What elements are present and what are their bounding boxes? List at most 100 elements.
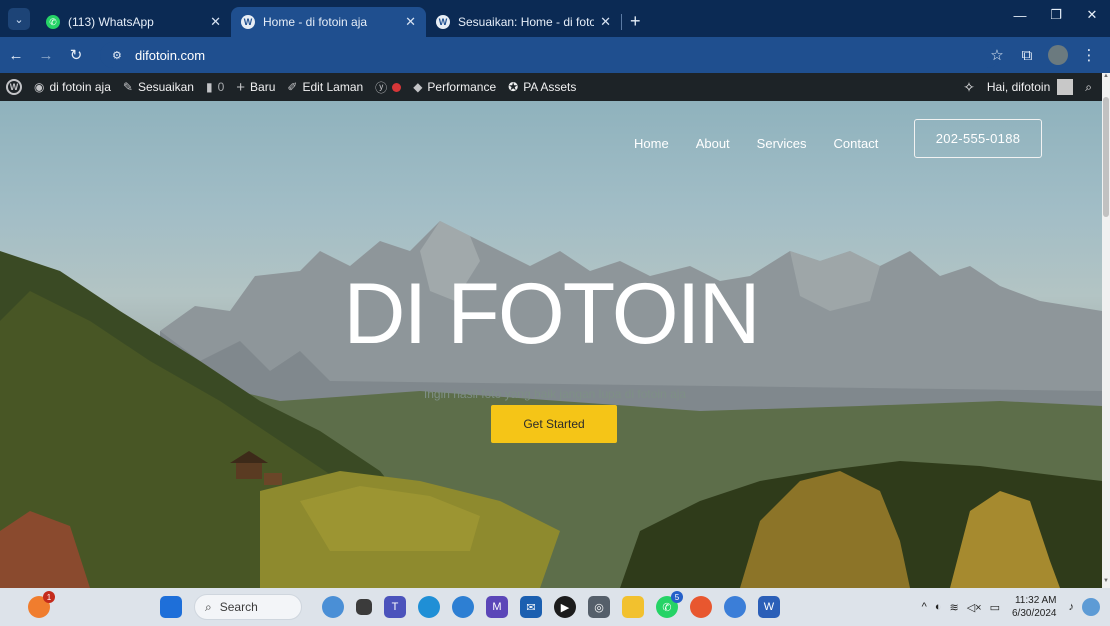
wp-logo-menu[interactable]: W [0,73,28,101]
pa-assets-link[interactable]: ✪ PA Assets [502,73,582,101]
wordpress-icon: W [241,15,255,29]
window-controls: — ❐ ✕ [1002,0,1110,30]
adminbar-search-icon[interactable]: ⌕ [1079,73,1098,101]
performance-label: Performance [427,80,497,94]
tab-title: (113) WhatsApp [68,15,154,29]
tab-search-chevron-icon[interactable]: ⌄ [8,8,30,30]
store-icon[interactable] [452,596,474,618]
taskbar-clock[interactable]: 11:32 AM 6/30/2024 [1012,594,1057,620]
scroll-up-arrow-icon[interactable]: ▲ [1102,73,1110,83]
extensions-icon[interactable]: ⧉ [1012,41,1042,69]
site-info-icon[interactable]: ⚙ [112,48,126,62]
whatsapp-badge: 5 [671,591,683,603]
greeting-label: Hai, difotoin [986,80,1051,94]
media-player-icon[interactable]: ▶ [554,596,576,618]
bell-icon[interactable]: ♪ [1069,601,1075,613]
clock-time: 11:32 AM [1014,595,1057,606]
hero-title: DI FOTOIN [343,266,760,362]
whatsapp-taskbar-icon[interactable]: ✆ 5 [656,591,683,618]
tab-customize[interactable]: W Sesuaikan: Home - di fotoin aja ✕ [426,7,621,37]
widgets-icon[interactable] [322,596,344,618]
mail-icon[interactable]: ✉ [520,596,542,618]
scroll-down-arrow-icon[interactable]: ▼ [1102,578,1110,588]
windows-start-icon[interactable] [160,596,182,618]
toolbar-right-actions: ☆ ⧉ ⋮ [982,41,1104,69]
teams-icon[interactable]: T [384,596,406,618]
performance-icon: ◆ [413,80,423,94]
adminbar-right: ✧ Hai, difotoin ⌕ [957,73,1098,101]
taskbar-search[interactable]: ⌕ Search [194,594,302,620]
battery-icon[interactable]: ▭ [990,601,1000,614]
firefox-icon[interactable] [690,596,712,618]
profile-tray-icon[interactable] [1082,598,1100,616]
copilot-notification-icon[interactable]: 1 [28,591,55,618]
close-icon[interactable]: ✕ [210,14,221,30]
close-icon[interactable]: ✕ [405,14,416,30]
nav-contact-link[interactable]: Contact [834,136,879,151]
browser-toolbar: ← → ↻ ⚙ difotoin.com ☆ ⧉ ⋮ [0,37,1110,73]
brush-icon: ✎ [122,80,133,94]
customize-label: Sesuaikan [137,80,194,94]
url-text: difotoin.com [135,47,206,63]
pencil-icon: ✐ [287,80,298,94]
search-icon: ⌕ [205,599,212,614]
comments-link[interactable]: ▮ 0 [200,73,230,101]
nav-services-link[interactable]: Services [757,136,807,151]
edit-page-link[interactable]: ✐ Edit Laman [281,73,369,101]
pa-assets-label: PA Assets [523,80,577,94]
close-icon[interactable]: ✕ [600,14,611,30]
volume-muted-icon[interactable]: ◁× [967,601,982,614]
get-started-button[interactable]: Get Started [491,405,617,443]
reload-icon[interactable]: ↻ [62,41,90,69]
file-explorer-icon[interactable] [622,596,644,618]
bookmark-star-icon[interactable]: ☆ [982,41,1012,69]
wordpress-icon: W [436,15,450,29]
window-close-icon[interactable]: ✕ [1074,0,1110,30]
new-tab-plus-icon[interactable]: + [630,11,641,32]
scrollbar-thumb[interactable] [1103,97,1109,217]
profile-avatar[interactable] [1048,45,1068,65]
tab-title: Sesuaikan: Home - di fotoin aja [458,15,595,29]
plus-icon: + [236,78,246,96]
account-menu[interactable]: Hai, difotoin [981,73,1079,101]
nav-home-link[interactable]: Home [634,136,669,151]
phone-button[interactable]: 202-555-0188 [914,119,1042,158]
minimize-icon[interactable]: — [1002,0,1038,30]
tab-separator [621,14,622,30]
word-icon[interactable]: W [758,596,780,618]
seo-link[interactable]: ⓨ [369,73,407,101]
page-scrollbar[interactable]: ▲ ▼ [1102,73,1110,588]
menu-kebab-icon[interactable]: ⋮ [1074,41,1104,69]
search-placeholder: Search [219,600,258,614]
forward-arrow-icon[interactable]: → [32,41,60,69]
ai-sparkle-icon[interactable]: ✧ [957,73,981,101]
back-arrow-icon[interactable]: ← [2,41,30,69]
wifi-icon[interactable]: ≋ [949,601,958,614]
notification-badge: 1 [43,591,55,603]
copilot-tray-icon[interactable]: ◐ [935,601,942,613]
tab-home[interactable]: W Home - di fotoin aja ✕ [231,7,426,37]
chrome-icon[interactable] [724,596,746,618]
edge-icon[interactable] [418,596,440,618]
site-name-label: di fotoin aja [49,80,111,94]
chevron-up-icon[interactable]: ^ [922,601,927,613]
site-name-link[interactable]: ◉ di fotoin aja [28,73,117,101]
nav-about-link[interactable]: About [696,136,730,151]
camera-icon[interactable]: ◎ [588,596,610,618]
wordpress-logo-icon: W [6,79,22,95]
tab-whatsapp[interactable]: ✆ (113) WhatsApp ✕ [36,7,231,37]
pa-assets-icon: ✪ [508,80,519,94]
new-label: Baru [250,80,276,94]
windows-taskbar: 1 ⌕ Search T M ✉ ▶ ◎ ✆ 5 W ^ ◐ ≋ ◁× ▭ 11… [0,588,1110,626]
new-content-link[interactable]: + Baru [230,73,281,101]
performance-link[interactable]: ◆ Performance [407,73,502,101]
app-m-icon[interactable]: M [486,596,508,618]
tab-title: Home - di fotoin aja [263,15,368,29]
hero-subtitle: Ingin hasil foto yang baik jangan lupa d… [423,387,687,401]
wp-admin-bar: W ◉ di fotoin aja ✎ Sesuaikan ▮ 0 + Baru… [0,73,1102,101]
customize-link[interactable]: ✎ Sesuaikan [117,73,200,101]
task-view-icon[interactable] [356,599,372,615]
restore-icon[interactable]: ❐ [1038,0,1074,30]
address-bar[interactable]: ⚙ difotoin.com [100,42,1000,68]
site-main-nav: Home About Services Contact [634,136,905,151]
